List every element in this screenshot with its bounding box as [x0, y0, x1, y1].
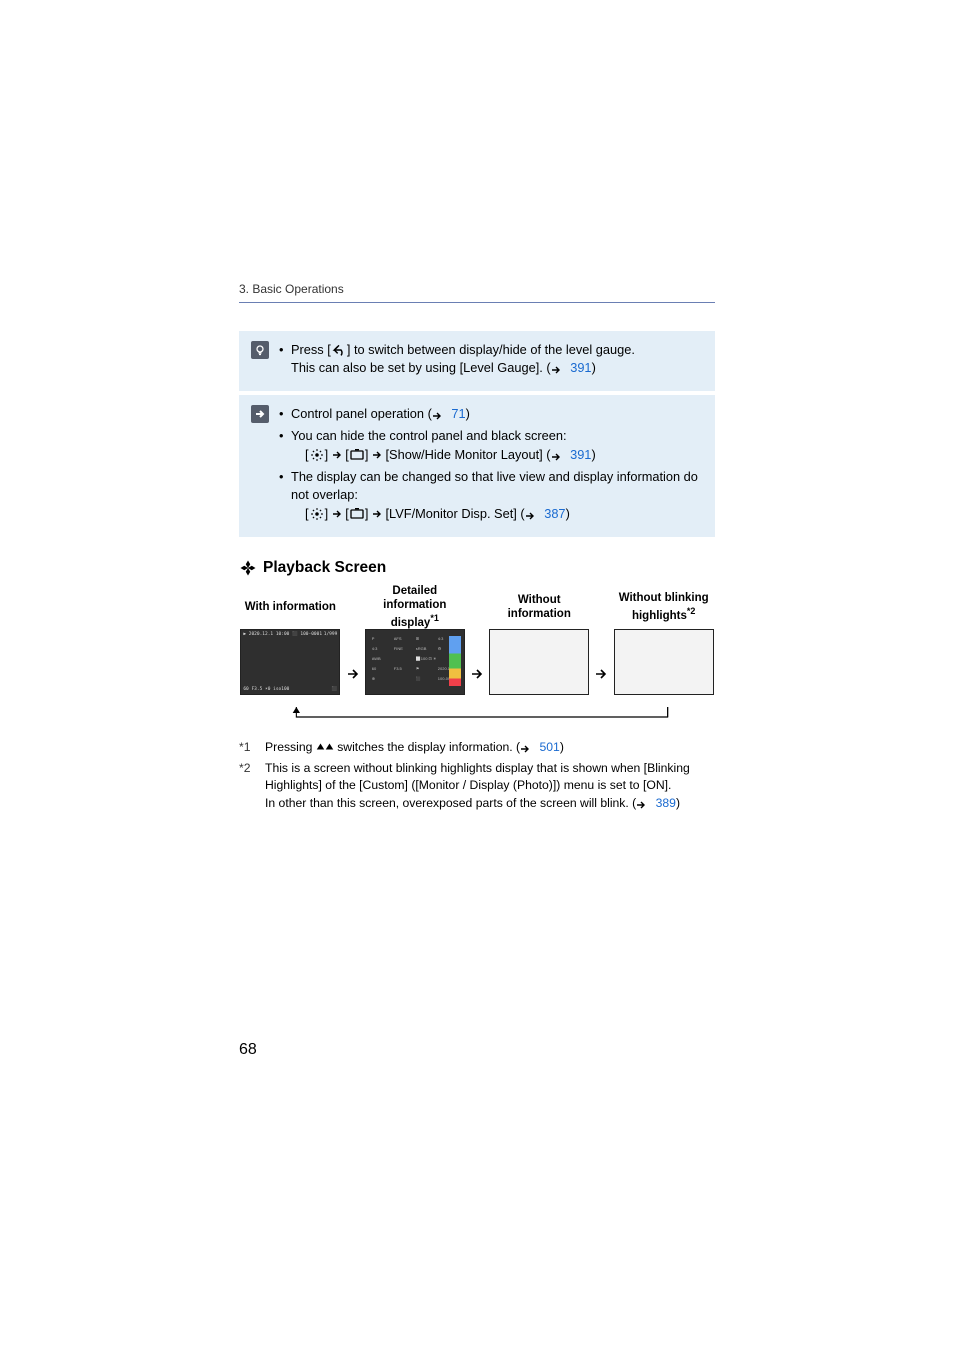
page-number: 68: [239, 1041, 715, 1089]
overlay-text: ⬛: [332, 687, 338, 692]
arrow-right-icon: [432, 408, 448, 422]
breadcrumb: 3. Basic Operations: [239, 282, 715, 303]
arrow-right-icon: [332, 446, 342, 456]
overlay-cell: [394, 656, 414, 664]
page-link[interactable]: 501: [539, 740, 559, 754]
text: In other than this screen, overexposed p…: [265, 796, 636, 810]
section-title-text: Playback Screen: [263, 559, 386, 577]
overlay-cell: FINE: [394, 646, 414, 654]
text: This can also be set by using [Level Gau…: [291, 360, 551, 375]
text: ): [560, 740, 564, 754]
screen-label: With information: [245, 587, 336, 629]
overlay-cell: ⚑: [416, 666, 436, 674]
overlay-cell: 4:3: [372, 646, 392, 654]
tip-box-control-panel: Control panel operation ( 71) You can hi…: [239, 395, 715, 537]
overlay-text: ▶ 2020.12.1 10:00 ⬛ 100-0001: [243, 632, 322, 637]
overlay-cell: AFS: [394, 636, 414, 644]
superscript: *1: [430, 613, 439, 623]
text: Control panel operation (: [291, 406, 432, 421]
page-link[interactable]: 71: [451, 406, 465, 421]
footnote-mark: *2: [239, 760, 265, 813]
cycle-arrow: [239, 707, 715, 731]
overlay-cell: [394, 686, 414, 694]
footnotes: *1 Pressing switches the display informa…: [239, 739, 715, 813]
histogram-bar: [449, 636, 461, 686]
tip-box-level-gauge: Press [ ] to switch between display/hide…: [239, 331, 715, 391]
overlay-cell: [372, 686, 392, 694]
text: Press [: [291, 342, 331, 357]
arrow-right-icon: [520, 742, 536, 756]
text: ]: [365, 447, 372, 462]
text: Pressing: [265, 740, 316, 754]
text: ): [592, 360, 596, 375]
overlay-cell: F3.5: [394, 666, 414, 674]
text: ]: [365, 506, 372, 521]
screen-label: Without information: [488, 587, 591, 629]
page-link[interactable]: 391: [570, 447, 591, 462]
text: [: [342, 447, 349, 462]
overlay-cell: P: [372, 636, 392, 644]
overlay-cell: ⬜100 ⊡ ☀0: [416, 656, 436, 664]
arrow-right-icon: [332, 505, 342, 515]
page-link[interactable]: 391: [570, 360, 591, 375]
tip-line: The display can be changed so that live …: [279, 468, 703, 523]
overlay-cell: ⊞: [416, 636, 436, 644]
monitor-icon: [349, 448, 365, 462]
screen-without-info: [489, 629, 589, 695]
arrow-right-icon: [471, 668, 483, 680]
tip-line: Press [ ] to switch between display/hide…: [279, 341, 703, 377]
text: ]: [325, 506, 332, 521]
text: The display can be changed so that live …: [291, 469, 698, 502]
screen-without-blinking: [614, 629, 714, 695]
section-title-playback: Playback Screen: [239, 559, 715, 577]
text: [LVF/Monitor Disp. Set] (: [382, 506, 525, 521]
text: ): [566, 506, 570, 521]
superscript: *2: [687, 606, 696, 616]
playback-screens-row: With information ▶ 2020.12.1 10:00 ⬛ 100…: [239, 587, 715, 707]
up-down-triangle-icon: [316, 740, 334, 758]
overlay-cell: 60: [372, 666, 392, 674]
overlay-cell: [394, 676, 414, 684]
text: ]: [325, 447, 332, 462]
tip-line: Control panel operation ( 71): [279, 405, 703, 423]
overlay-cell: ⊕: [372, 676, 392, 684]
arrow-right-icon: [595, 668, 607, 680]
overlay-cell: AWB: [372, 656, 392, 664]
screen-detailed-info: PAFS⊞4:34:3FINEsRGB⚙AWB⬜100 ⊡ ☀060F3.5⚑2…: [365, 629, 465, 695]
forward-icon: [251, 405, 269, 423]
text: ): [466, 406, 470, 421]
page-link[interactable]: 387: [544, 506, 565, 521]
back-arrow-icon: [331, 343, 347, 357]
text: You can hide the control panel and black…: [291, 428, 567, 443]
tip-line: You can hide the control panel and black…: [279, 427, 703, 464]
text: ): [676, 796, 680, 810]
overlay-text: 60 F3.5 ☀0 iso100: [243, 687, 289, 692]
arrow-right-icon: [551, 448, 567, 462]
page-link[interactable]: 389: [656, 796, 676, 810]
overlay-text: 1/999: [324, 632, 338, 637]
text: ] to switch between display/hide of the …: [347, 342, 635, 357]
overlay-cell: sRGB: [416, 646, 436, 654]
arrow-right-icon: [636, 798, 652, 812]
screen-label: Without blinking highlights*2: [612, 587, 715, 629]
screen-with-info: ▶ 2020.12.1 10:00 ⬛ 100-00011/999 60 F3.…: [240, 629, 340, 695]
arrow-right-icon: [551, 362, 567, 376]
text: This is a screen without blinking highli…: [265, 760, 715, 795]
gear-icon: [309, 507, 325, 521]
arrow-right-icon: [372, 446, 382, 456]
lightbulb-icon: [251, 341, 269, 359]
footnote-mark: *1: [239, 739, 265, 758]
text: switches the display information. (: [334, 740, 520, 754]
gear-icon: [309, 448, 325, 462]
overlay-cell: ⬛: [416, 676, 436, 684]
arrow-right-icon: [525, 507, 541, 521]
text: [Show/Hide Monitor Layout] (: [382, 447, 551, 462]
monitor-icon: [349, 507, 365, 521]
text: [: [342, 506, 349, 521]
text: ): [591, 447, 595, 462]
arrow-right-icon: [347, 668, 359, 680]
clover-icon: [239, 559, 257, 577]
arrow-right-icon: [372, 505, 382, 515]
screen-label: Detailed information display*1: [363, 587, 466, 629]
